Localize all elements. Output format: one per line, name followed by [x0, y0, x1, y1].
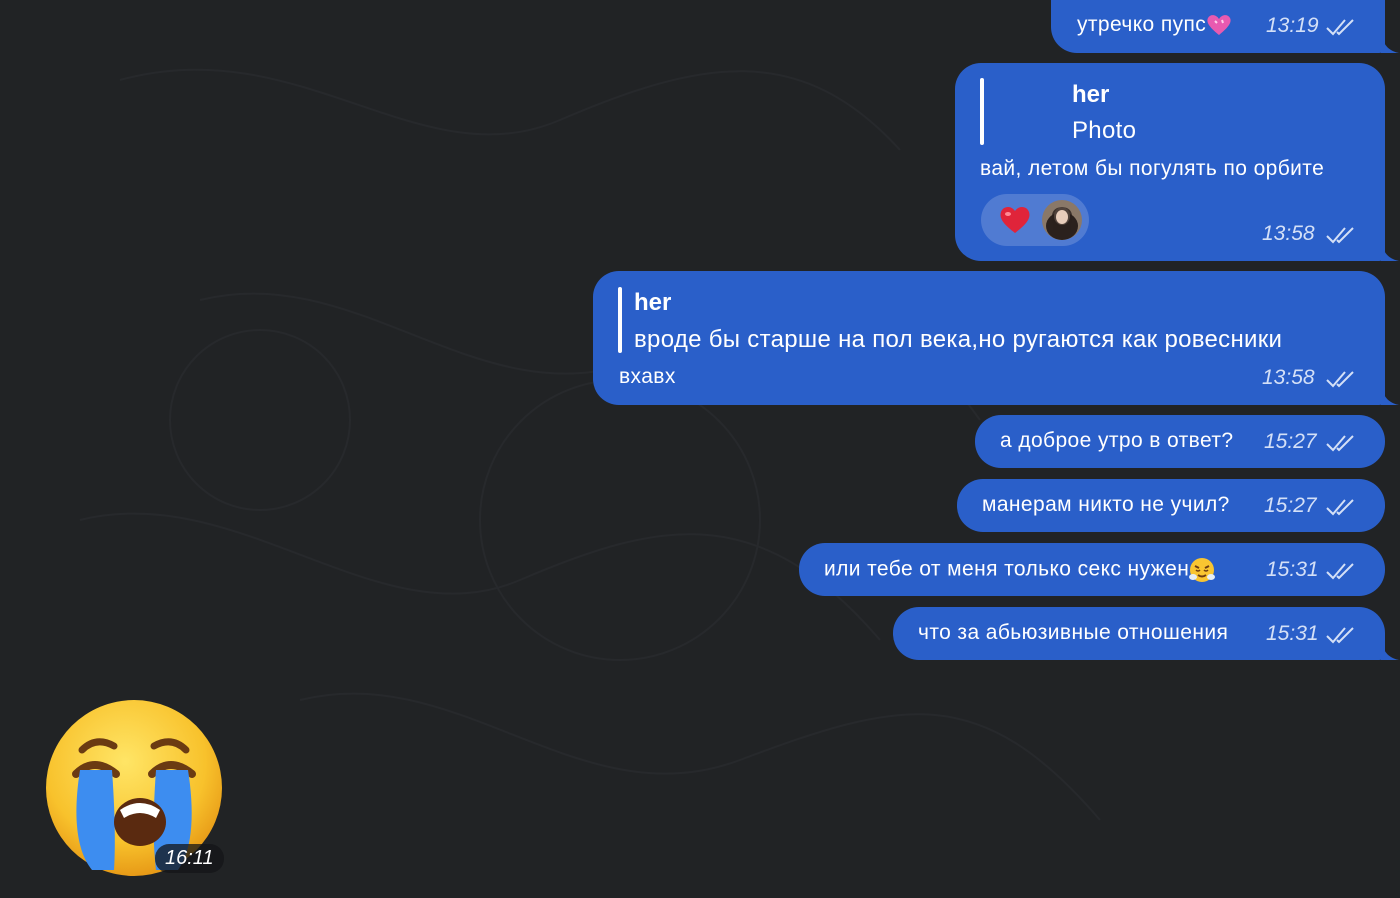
read-checks-icon — [1326, 371, 1354, 388]
reply-quote-bar — [980, 78, 984, 145]
message-text: а доброе утро в ответ? — [1000, 429, 1234, 452]
message-time: 15:27 — [1264, 494, 1317, 517]
message-text: манерам никто не учил? — [982, 493, 1230, 516]
read-checks-icon — [1326, 499, 1354, 516]
reply-author: her — [1072, 81, 1110, 108]
reply-preview: вроде бы старше на пол века,но ругаются … — [634, 326, 1283, 353]
message-time: 13:58 — [1262, 222, 1315, 245]
bubble-tail — [1381, 640, 1399, 660]
bubble-tail — [1381, 33, 1399, 53]
read-checks-icon — [1326, 227, 1354, 244]
reaction-chip[interactable] — [981, 194, 1089, 246]
read-checks-icon — [1326, 627, 1354, 644]
message-text: или тебе от меня только секс нужен — [824, 557, 1216, 583]
avatar — [1042, 200, 1082, 240]
message-text: утречко пупс — [1077, 13, 1232, 37]
reply-quote-bar — [618, 287, 622, 353]
read-checks-icon — [1326, 19, 1354, 36]
bubble-tail — [1381, 241, 1399, 261]
message-time: 15:31 — [1266, 622, 1319, 645]
message-text: что за абьюзивные отношения — [918, 621, 1229, 644]
sticker-time: 16:11 — [155, 844, 224, 873]
read-checks-icon — [1326, 435, 1354, 452]
message-text: вай, летом бы погулять по орбите — [980, 157, 1325, 180]
red-heart-icon — [1000, 206, 1030, 233]
reply-author: her — [634, 289, 672, 316]
sparkling-heart-icon — [1207, 15, 1231, 36]
read-checks-icon — [1326, 563, 1354, 580]
message-time: 15:27 — [1264, 430, 1317, 453]
message-time: 13:19 — [1266, 14, 1319, 37]
face-with-steam-icon — [1189, 558, 1216, 582]
message-text: вхавх — [619, 365, 676, 388]
reply-preview: Photo — [1072, 117, 1137, 144]
bubble-tail — [1381, 385, 1399, 405]
message-time: 15:31 — [1266, 558, 1319, 581]
message-time: 13:58 — [1262, 366, 1315, 389]
